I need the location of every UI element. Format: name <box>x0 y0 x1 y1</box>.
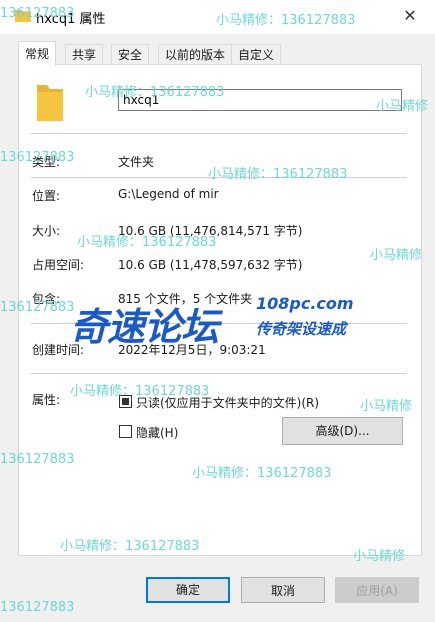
ok-button[interactable]: 确定 <box>146 577 230 603</box>
location-label: 位置: <box>32 189 61 203</box>
tab-sharing[interactable]: 共享 <box>65 44 104 65</box>
watermark-text: 136127883 <box>0 6 75 21</box>
watermark-text: 小马精修：136127883 <box>216 13 356 28</box>
hidden-checkbox[interactable] <box>119 425 132 438</box>
forum-logo-watermark: 奇速论坛 108pc.com 传奇架设速成 <box>70 292 370 352</box>
location-value: G:\Legend of mir <box>118 187 219 201</box>
watermark-text: 小马精修：136127883 <box>192 466 332 481</box>
watermark-text: 136127883 <box>0 300 75 315</box>
logo-site-text: 108pc.com <box>256 294 354 313</box>
watermark-text: 小马精修：136127883 <box>77 235 217 250</box>
watermark-text: 小马精修：136127883 <box>60 539 200 554</box>
watermark-text: 136127883 <box>0 452 75 467</box>
apply-button[interactable]: 应用(A) <box>335 577 419 603</box>
logo-main-text: 奇速论坛 <box>70 305 219 349</box>
divider <box>31 373 407 374</box>
tab-general[interactable]: 常规 <box>18 41 57 66</box>
watermark-text: 小马精修 <box>376 99 429 114</box>
disk-size-value: 10.6 GB (11,478,597,632 字节) <box>118 258 303 272</box>
watermark-text: 小马精修 <box>360 399 413 414</box>
watermark-text: 136127883 <box>0 150 75 165</box>
watermark-text: 136127883 <box>0 600 75 615</box>
size-label: 大小: <box>32 224 61 238</box>
attributes-label: 属性: <box>32 393 61 407</box>
close-button[interactable]: ✕ <box>399 6 421 26</box>
watermark-text: 小马精修：136127883 <box>70 384 210 399</box>
type-value: 文件夹 <box>118 155 155 169</box>
cancel-button[interactable]: 取消 <box>241 577 325 603</box>
hidden-label[interactable]: 隐藏(H) <box>136 424 178 441</box>
watermark-text: 小马精修 <box>353 549 406 564</box>
disk-size-label: 占用空间: <box>32 258 85 272</box>
folder-large-icon <box>37 85 63 121</box>
tab-previous-versions[interactable]: 以前的版本 <box>158 44 233 65</box>
watermark-text: 小马精修：136127883 <box>85 85 225 100</box>
tab-customize[interactable]: 自定义 <box>231 44 282 65</box>
logo-sub-text: 传奇架设速成 <box>256 320 347 338</box>
watermark-text: 小马精修：136127883 <box>208 167 348 182</box>
tab-security[interactable]: 安全 <box>111 44 150 65</box>
watermark-text: 小马精修 <box>370 248 423 263</box>
tab-strip: 常规 共享 安全 以前的版本 自定义 <box>18 41 420 66</box>
advanced-button[interactable]: 高级(D)... <box>282 417 403 445</box>
divider <box>31 133 407 134</box>
